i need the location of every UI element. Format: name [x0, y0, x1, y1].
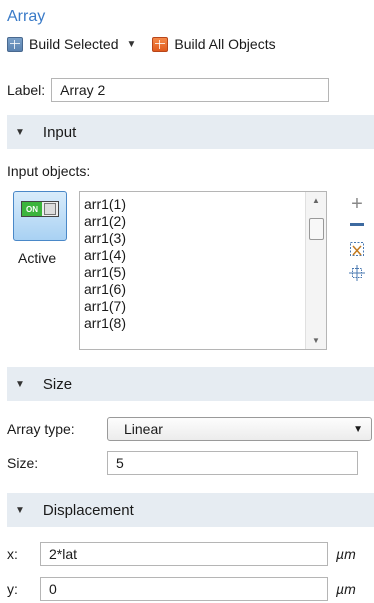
- size-input-value: 5: [116, 455, 124, 471]
- toggle-on-text: ON: [22, 202, 42, 216]
- y-input-value: 0: [49, 581, 57, 597]
- build-selected-button[interactable]: Build Selected: [7, 36, 119, 52]
- build-all-label: Build All Objects: [174, 36, 276, 52]
- x-input[interactable]: 2*lat: [40, 542, 328, 566]
- size-label: Size:: [7, 455, 39, 471]
- label-input[interactable]: Array 2: [51, 78, 330, 102]
- list-scrollbar[interactable]: ▲ ▼: [305, 192, 326, 349]
- list-item[interactable]: arr1(6): [84, 281, 126, 298]
- remove-icon[interactable]: [346, 219, 368, 226]
- active-label: Active: [18, 250, 57, 266]
- collapse-arrow-icon: ▼: [15, 378, 25, 390]
- section-displacement-title: Displacement: [42, 501, 134, 519]
- toggle-switch-icon: ON: [21, 201, 59, 217]
- size-row: Size: 5: [7, 451, 358, 475]
- y-unit: µm: [336, 581, 356, 597]
- size-input[interactable]: 5: [107, 451, 358, 475]
- section-size-header[interactable]: ▼ Size: [7, 367, 374, 401]
- collapse-arrow-icon: ▼: [15, 504, 25, 516]
- list-item[interactable]: arr1(5): [84, 264, 126, 281]
- build-selected-icon: [7, 36, 23, 52]
- array-type-label: Array type:: [7, 421, 75, 437]
- list-item[interactable]: arr1(2): [84, 213, 126, 230]
- input-objects-list[interactable]: arr1(1) arr1(2) arr1(3) arr1(4) arr1(5) …: [79, 191, 327, 350]
- label-field-label: Label:: [7, 82, 46, 98]
- panel-title: Array: [7, 8, 46, 25]
- x-row: x: 2*lat µm: [7, 542, 356, 566]
- scroll-down-icon[interactable]: ▼: [306, 336, 326, 345]
- list-item[interactable]: arr1(7): [84, 298, 126, 315]
- label-input-value: Array 2: [60, 82, 106, 98]
- x-label: x:: [7, 546, 18, 562]
- array-type-select[interactable]: Linear ▼: [107, 417, 372, 441]
- chevron-down-icon: ▼: [353, 423, 363, 435]
- build-all-icon: [152, 36, 169, 52]
- list-item[interactable]: arr1(8): [84, 315, 126, 332]
- section-displacement-header[interactable]: ▼ Displacement: [7, 493, 374, 527]
- collapse-arrow-icon: ▼: [15, 126, 25, 138]
- zoom-to-selection-icon[interactable]: [346, 265, 368, 284]
- toolbar: Build Selected ▼ Build All Objects: [7, 36, 276, 52]
- section-input-title: Input: [42, 123, 77, 141]
- y-row: y: 0 µm: [7, 577, 356, 601]
- x-input-value: 2*lat: [49, 546, 78, 562]
- x-unit: µm: [336, 546, 356, 562]
- chevron-down-icon[interactable]: ▼: [127, 39, 137, 50]
- add-icon[interactable]: +: [346, 193, 368, 216]
- list-item[interactable]: arr1(3): [84, 230, 126, 247]
- list-item[interactable]: arr1(4): [84, 247, 126, 264]
- build-all-button[interactable]: Build All Objects: [152, 36, 276, 52]
- label-row: Label: Array 2: [7, 78, 330, 102]
- y-input[interactable]: 0: [40, 577, 328, 601]
- scroll-up-icon[interactable]: ▲: [306, 196, 326, 205]
- array-type-row: Array type: Linear ▼: [7, 417, 372, 441]
- build-selected-label: Build Selected: [29, 36, 119, 52]
- array-type-value: Linear: [124, 421, 163, 437]
- section-input-header[interactable]: ▼ Input: [7, 115, 374, 149]
- scroll-thumb[interactable]: [309, 218, 324, 240]
- section-size-title: Size: [42, 375, 73, 393]
- input-objects-label: Input objects:: [7, 163, 91, 179]
- active-toggle-button[interactable]: ON: [13, 191, 67, 241]
- clear-selection-icon[interactable]: [346, 241, 368, 262]
- y-label: y:: [7, 581, 18, 597]
- list-item[interactable]: arr1(1): [84, 196, 126, 213]
